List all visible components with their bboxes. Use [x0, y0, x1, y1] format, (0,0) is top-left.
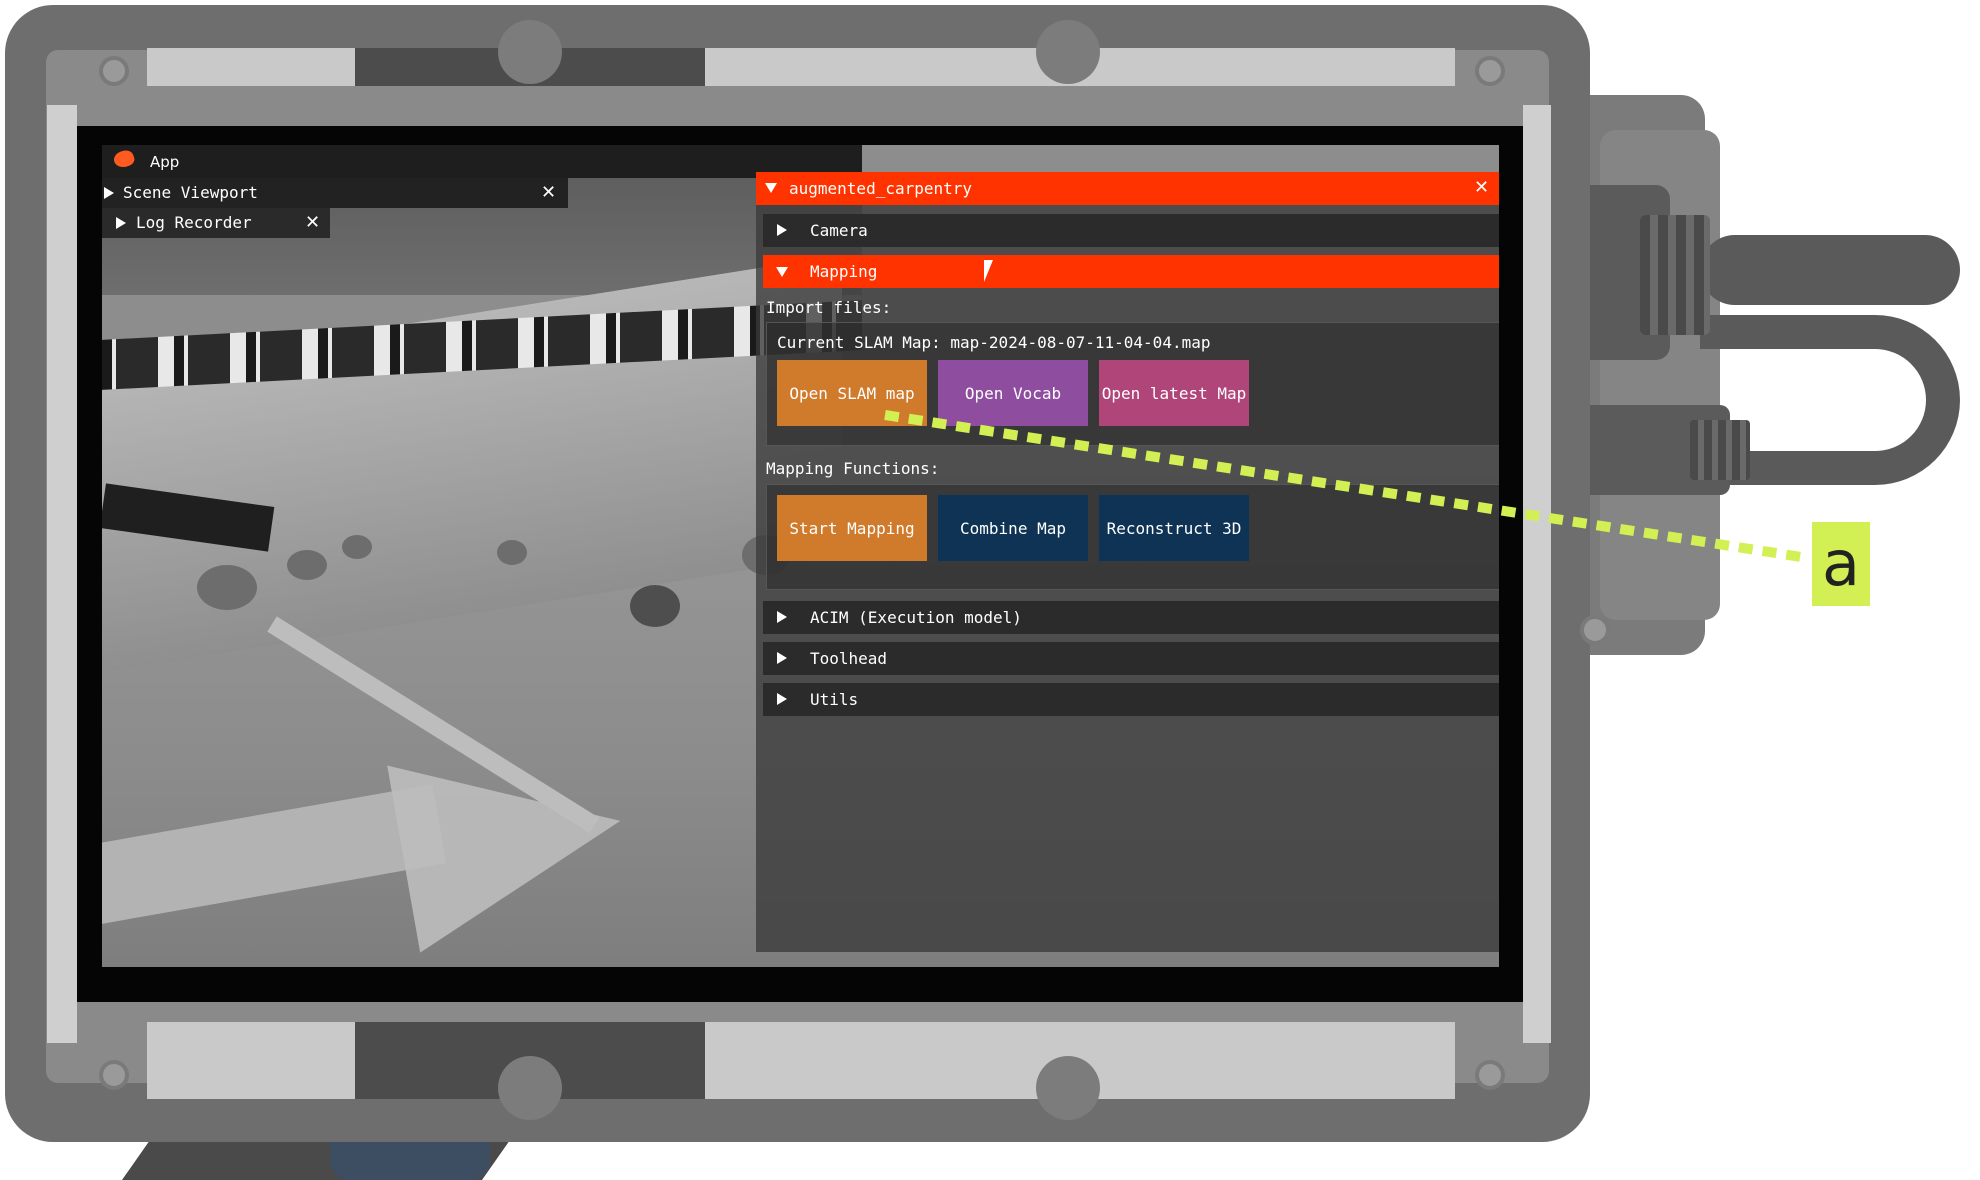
- annotation-leader-line: [884, 410, 1809, 563]
- annotation-leader-svg: [884, 410, 1809, 563]
- annotation-label: a: [1812, 522, 1870, 606]
